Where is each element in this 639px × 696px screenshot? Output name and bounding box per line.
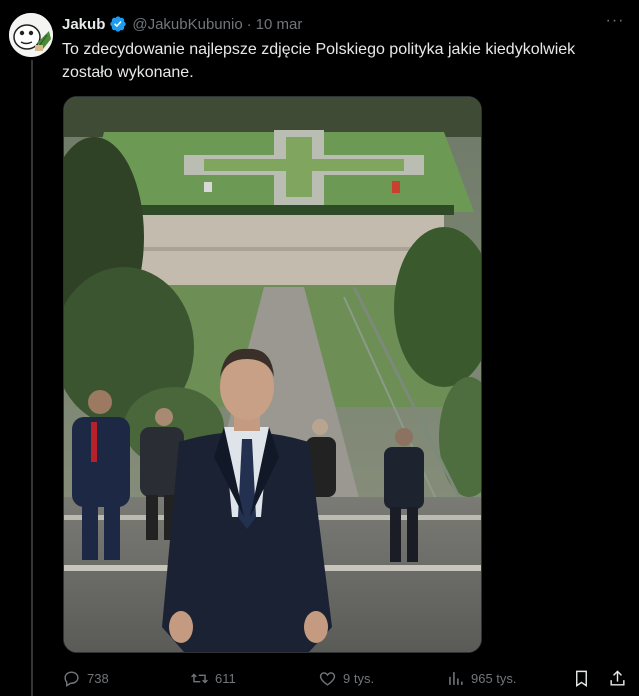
avatar[interactable] — [9, 13, 53, 57]
views-icon — [446, 669, 471, 688]
action-bar: 738 611 9 tys. 965 tys. — [62, 664, 634, 692]
author-name[interactable]: Jakub — [62, 16, 105, 33]
views-button[interactable]: 965 tys. — [446, 664, 517, 692]
tweet-header: Jakub @JakubKubunio · 10 mar — [62, 14, 623, 34]
reply-button[interactable]: 738 — [62, 664, 109, 692]
share-button[interactable] — [608, 664, 633, 692]
verified-badge-icon — [110, 16, 127, 32]
like-button[interactable]: 9 tys. — [318, 664, 374, 692]
avatar-image — [9, 13, 53, 57]
bookmark-button[interactable] — [572, 664, 597, 692]
author-handle[interactable]: @JakubKubunio — [132, 16, 242, 33]
share-icon — [608, 669, 633, 688]
separator-dot: · — [246, 15, 252, 33]
repost-button[interactable]: 611 — [190, 664, 236, 692]
like-icon — [318, 669, 343, 688]
thread-line — [31, 60, 33, 696]
tweet-text: To zdecydowanie najlepsze zdjęcie Polski… — [62, 41, 576, 81]
reply-count: 738 — [87, 670, 109, 686]
repost-icon — [190, 669, 215, 688]
views-count: 965 tys. — [471, 670, 517, 686]
tweet-date[interactable]: 10 mar — [256, 16, 303, 33]
more-icon[interactable]: ··· — [603, 12, 627, 36]
reply-icon — [62, 669, 87, 688]
repost-count: 611 — [215, 670, 236, 686]
like-count: 9 tys. — [343, 670, 375, 686]
photo-image — [64, 97, 481, 652]
tweet-photo[interactable] — [63, 96, 482, 653]
bookmark-icon — [572, 669, 597, 688]
